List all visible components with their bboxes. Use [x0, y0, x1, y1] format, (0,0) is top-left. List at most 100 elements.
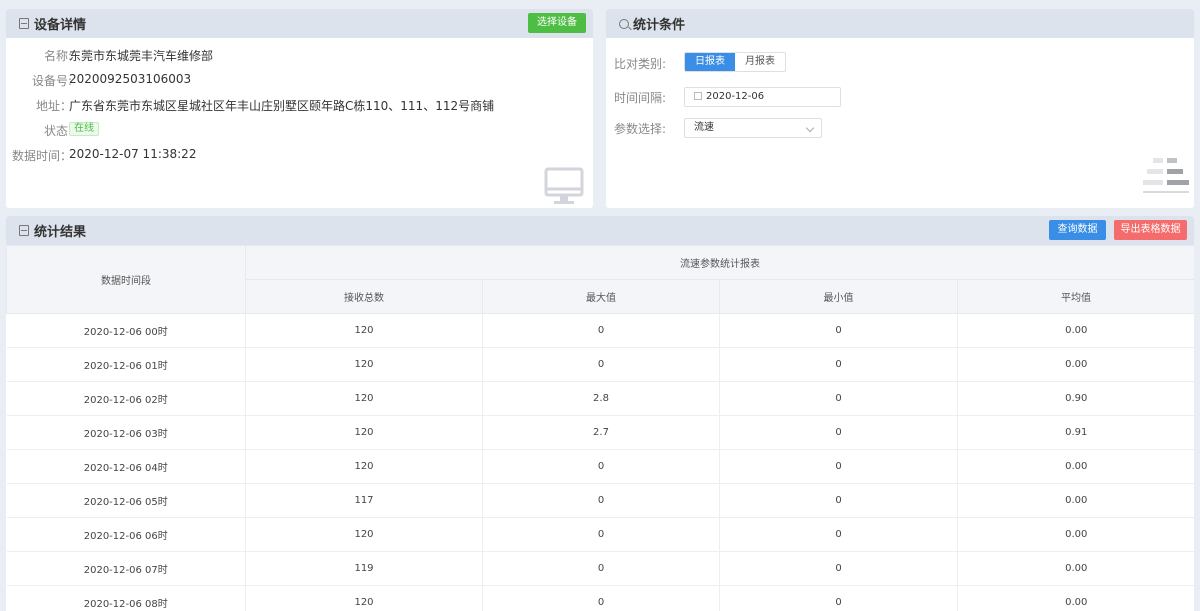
table-row: 2020-12-06 02时 120 2.8 0 0.90 [6, 381, 1194, 416]
report-bars-icon [1143, 158, 1189, 202]
cell-max: 0 [482, 313, 720, 348]
document-icon [19, 225, 29, 236]
cell-min: 0 [719, 313, 958, 348]
cell-avg: 0.00 [957, 585, 1194, 611]
cell-max: 2.8 [482, 381, 720, 416]
table-row: 2020-12-06 03时 120 2.7 0 0.91 [6, 415, 1194, 450]
cell-received: 119 [245, 551, 483, 586]
monthly-report-option[interactable]: 月报表 [735, 53, 785, 71]
col-header-max: 最大值 [482, 279, 720, 314]
col-header-received: 接收总数 [245, 279, 483, 314]
monitor-icon [544, 167, 584, 204]
cell-time: 2020-12-06 08时 [6, 585, 246, 611]
table-row: 2020-12-06 07时 119 0 0 0.00 [6, 551, 1194, 586]
chevron-down-icon [805, 123, 815, 133]
cell-avg: 0.00 [957, 483, 1194, 518]
cell-avg: 0.91 [957, 415, 1194, 450]
table-row: 2020-12-06 01时 120 0 0 0.00 [6, 347, 1194, 382]
col-header-time-range: 数据时间段 [6, 245, 246, 314]
conditions-panel-title: 统计条件 [633, 18, 686, 33]
cell-min: 0 [719, 483, 958, 518]
cell-received: 117 [245, 483, 483, 518]
name-label: 名称: [43, 49, 72, 63]
table-row: 2020-12-06 00时 120 0 0 0.00 [6, 313, 1194, 348]
address-value: 广东省东莞市东城区星城社区年丰山庄别墅区颐年路C栋110、111、112号商铺 [69, 99, 495, 113]
stat-conditions-panel: 统计条件 比对类别: 日报表 月报表 时间间隔: 2020-12-06 参数选择… [606, 9, 1194, 208]
daily-report-option[interactable]: 日报表 [685, 53, 735, 71]
device-id-label: 设备号: [31, 74, 72, 88]
cell-time: 2020-12-06 01时 [6, 347, 246, 382]
cell-max: 0 [482, 585, 720, 611]
cell-min: 0 [719, 347, 958, 382]
status-badge: 在线 [69, 122, 99, 136]
cell-max: 0 [482, 347, 720, 382]
data-time-label: 数据时间： [11, 149, 72, 163]
table-row: 2020-12-06 05时 117 0 0 0.00 [6, 483, 1194, 518]
cell-received: 120 [245, 517, 483, 552]
query-data-button[interactable]: 查询数据 [1049, 220, 1106, 240]
cell-avg: 0.00 [957, 313, 1194, 348]
device-details-panel: 设备详情 选择设备 名称: 东莞市东城莞丰汽车维修部 设备号: 20200925… [6, 9, 593, 208]
cell-max: 0 [482, 449, 720, 484]
cell-received: 120 [245, 347, 483, 382]
date-value: 2020-12-06 [706, 91, 765, 102]
cell-min: 0 [719, 415, 958, 450]
stat-results-panel: 统计结果 查询数据 导出表格数据 数据时间段 流速参数统计报表 接收总数 最大值… [6, 216, 1194, 611]
cell-time: 2020-12-06 05时 [6, 483, 246, 518]
cell-time: 2020-12-06 07时 [6, 551, 246, 586]
results-table: 数据时间段 流速参数统计报表 接收总数 最大值 最小值 平均值 2020-12-… [6, 245, 1194, 611]
interval-label: 时间间隔: [614, 91, 667, 105]
cell-min: 0 [719, 381, 958, 416]
device-panel-header: 设备详情 选择设备 [6, 9, 593, 38]
cell-received: 120 [245, 313, 483, 348]
cell-avg: 0.00 [957, 551, 1194, 586]
results-panel-header: 统计结果 查询数据 导出表格数据 [6, 216, 1194, 245]
results-table-body: 2020-12-06 00时 120 0 0 0.00 2020-12-06 01时 120… [6, 313, 1194, 611]
report-type-toggle: 日报表 月报表 [684, 52, 786, 72]
cell-min: 0 [719, 517, 958, 552]
col-header-avg: 平均值 [957, 279, 1194, 314]
cell-min: 0 [719, 585, 958, 611]
table-row: 2020-12-06 08时 120 0 0 0.00 [6, 585, 1194, 611]
document-icon [19, 18, 29, 29]
param-select-label: 参数选择: [614, 122, 667, 136]
cell-avg: 0.00 [957, 517, 1194, 552]
data-time-value: 2020-12-07 11:38:22 [69, 147, 197, 161]
cell-max: 0 [482, 483, 720, 518]
device-panel-title: 设备详情 [34, 18, 87, 33]
table-row: 2020-12-06 06时 120 0 0 0.00 [6, 517, 1194, 552]
table-row: 2020-12-06 04时 120 0 0 0.00 [6, 449, 1194, 484]
param-select-value: 流速 [694, 122, 714, 133]
cell-max: 0 [482, 517, 720, 552]
cell-max: 2.7 [482, 415, 720, 450]
calendar-icon [694, 92, 702, 100]
cell-received: 120 [245, 381, 483, 416]
cell-time: 2020-12-06 02时 [6, 381, 246, 416]
cell-avg: 0.00 [957, 347, 1194, 382]
device-id-value: 2020092503106003 [69, 72, 192, 86]
cell-time: 2020-12-06 04时 [6, 449, 246, 484]
cell-received: 120 [245, 585, 483, 611]
name-value: 东莞市东城莞丰汽车维修部 [69, 49, 214, 63]
cell-avg: 0.00 [957, 449, 1194, 484]
status-label: 状态: [43, 124, 72, 138]
cell-min: 0 [719, 449, 958, 484]
group-header: 流速参数统计报表 [245, 245, 1194, 280]
export-table-button[interactable]: 导出表格数据 [1114, 220, 1187, 240]
date-picker[interactable]: 2020-12-06 [684, 87, 841, 107]
conditions-panel-header: 统计条件 [606, 9, 1194, 38]
cell-time: 2020-12-06 06时 [6, 517, 246, 552]
col-header-min: 最小值 [719, 279, 958, 314]
address-label: 地址： [35, 99, 72, 113]
cell-avg: 0.90 [957, 381, 1194, 416]
search-icon [619, 18, 629, 29]
cell-max: 0 [482, 551, 720, 586]
cell-time: 2020-12-06 00时 [6, 313, 246, 348]
param-select[interactable]: 流速 [684, 118, 822, 138]
cell-min: 0 [719, 551, 958, 586]
select-device-button[interactable]: 选择设备 [528, 13, 586, 33]
cell-received: 120 [245, 449, 483, 484]
cell-received: 120 [245, 415, 483, 450]
cell-time: 2020-12-06 03时 [6, 415, 246, 450]
results-panel-title: 统计结果 [34, 225, 87, 240]
